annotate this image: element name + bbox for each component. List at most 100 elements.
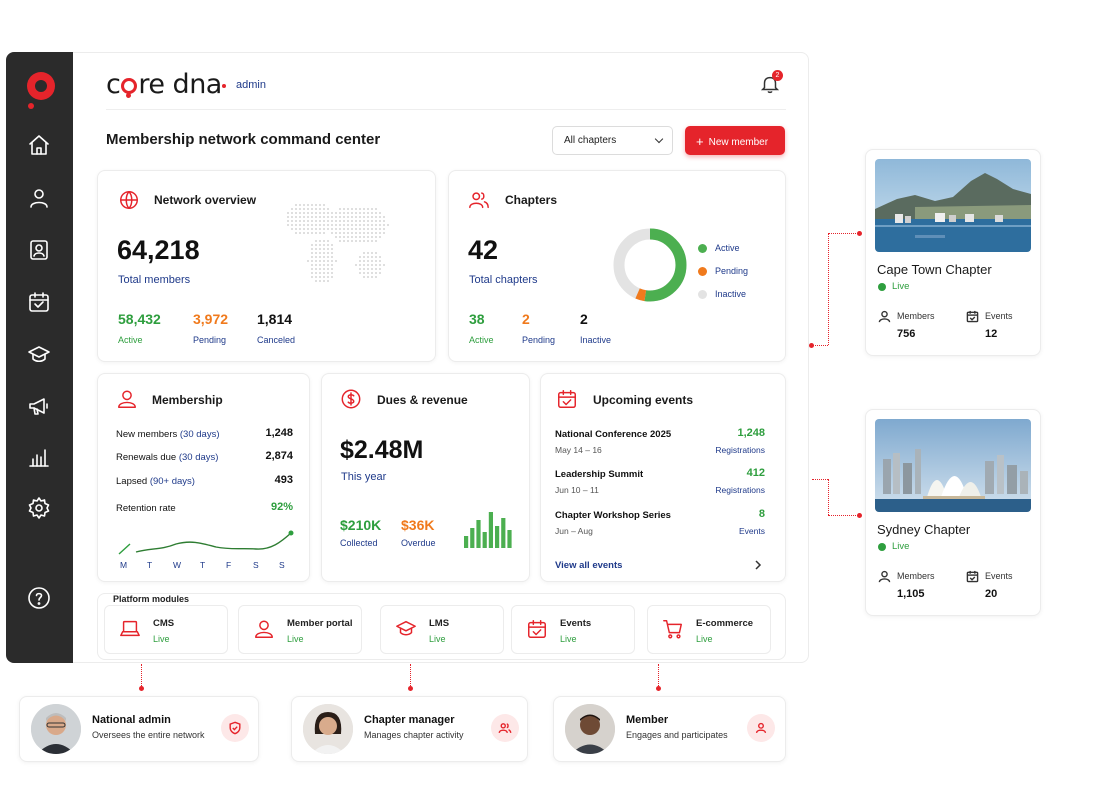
new-members-label: New members (30 days): [116, 429, 220, 440]
pending-chapters-value: 2: [522, 311, 530, 327]
retention-rate-label: Retention rate: [116, 503, 176, 514]
plus-icon: +: [696, 134, 704, 149]
event-count-unit: Registrations: [715, 485, 765, 495]
module-member-portal[interactable]: Member portal Live: [238, 605, 362, 654]
chapter-card-cape-town[interactable]: Cape Town Chapter Live Members 756 Event…: [865, 149, 1041, 356]
header-divider: [106, 109, 786, 110]
persona-member[interactable]: Member Engages and participates: [553, 696, 786, 762]
view-all-events-link[interactable]: View all events: [555, 560, 622, 571]
event-name[interactable]: Leadership Summit: [555, 469, 643, 480]
total-members-label: Total members: [118, 274, 191, 286]
graduation-cap-icon: [395, 618, 417, 640]
new-member-button[interactable]: + New member: [685, 126, 785, 155]
logo-icon[interactable]: [27, 72, 55, 100]
event-name[interactable]: Chapter Workshop Series: [555, 510, 671, 521]
module-name: CMS: [153, 618, 175, 629]
dues-revenue-card: Dues & revenue $2.48M This year $210K Co…: [321, 373, 530, 582]
module-status: Live: [560, 634, 577, 644]
users-icon: [491, 714, 519, 742]
connector-line: [812, 479, 828, 480]
day-label: W: [173, 560, 182, 570]
event-date: Jun 10 – 11: [555, 485, 599, 495]
brand-role-label: admin: [236, 79, 266, 91]
user-icon: [878, 310, 891, 323]
dues-revenue-title: Dues & revenue: [377, 393, 468, 407]
connector-dot: [809, 343, 814, 348]
connector-dot: [857, 231, 862, 236]
home-icon[interactable]: [26, 132, 52, 158]
event-count-unit: Registrations: [715, 445, 765, 455]
event-count: 8: [758, 508, 765, 520]
notifications-button[interactable]: 2: [759, 70, 783, 97]
brand-logo[interactable]: c re dna: [106, 69, 222, 100]
event-date: May 14 – 16: [555, 445, 602, 455]
retention-sparkline: [118, 530, 294, 555]
avatar: [565, 704, 615, 754]
day-label: M: [120, 560, 128, 570]
calendar-icon: [966, 570, 979, 583]
module-status: Live: [696, 634, 713, 644]
chapter-filter-value: All chapters: [564, 135, 617, 146]
lapsed-period: (90+ days): [149, 476, 195, 487]
events-label: Events: [985, 571, 1013, 581]
connector-line: [828, 479, 829, 515]
world-map-dots: [287, 204, 389, 282]
module-status: Live: [429, 634, 446, 644]
shield-icon: [221, 714, 249, 742]
revenue-bar: [476, 520, 481, 548]
contact-card-icon[interactable]: [26, 237, 52, 263]
revenue-mini-bars: [464, 512, 512, 548]
module-status: Live: [287, 634, 304, 644]
revenue-bar: [488, 512, 493, 548]
persona-chapter-manager[interactable]: Chapter manager Manages chapter activity: [291, 696, 528, 762]
module-status: Live: [153, 634, 170, 644]
chapter-card-sydney[interactable]: Sydney Chapter Live Members 1,105 Events…: [865, 409, 1041, 616]
legend-pending-label: Pending: [715, 266, 749, 276]
event-count: 412: [746, 467, 765, 479]
sparkline-day-labels: MTWTFSS: [116, 560, 296, 572]
total-chapters-label: Total chapters: [469, 274, 538, 286]
users-icon: [468, 189, 490, 211]
user-icon[interactable]: [26, 185, 52, 211]
gear-icon[interactable]: [26, 495, 52, 521]
new-members-value: 1,248: [265, 427, 293, 439]
module-name: Events: [560, 618, 592, 629]
new-member-label: New member: [708, 137, 769, 148]
legend-active-dot: [698, 244, 707, 253]
chapter-filter-select[interactable]: All chapters: [552, 126, 673, 155]
pending-chapters-label: Pending: [522, 335, 556, 345]
cape-town-photo: [875, 159, 1031, 252]
membership-card: Membership New members (30 days) 1,248 R…: [97, 373, 310, 582]
megaphone-icon[interactable]: [26, 393, 52, 419]
module-lms[interactable]: LMS Live: [380, 605, 504, 654]
event-name[interactable]: National Conference 2025: [555, 429, 671, 440]
live-status-dot: [878, 543, 886, 551]
overdue-label: Overdue: [401, 538, 436, 548]
user-icon: [253, 618, 275, 640]
day-label: T: [200, 560, 206, 570]
graduation-cap-icon[interactable]: [26, 342, 52, 368]
inactive-chapters-value: 2: [580, 311, 588, 327]
module-ecommerce[interactable]: E-commerce Live: [647, 605, 771, 654]
help-icon[interactable]: [26, 585, 52, 611]
dues-total-value: $2.48M: [340, 436, 424, 464]
total-members-value: 64,218: [117, 235, 200, 265]
calendar-icon[interactable]: [26, 289, 52, 315]
legend-pending-dot: [698, 267, 707, 276]
persona-national-admin[interactable]: National admin Oversees the entire netwo…: [19, 696, 259, 762]
revenue-bar: [495, 526, 500, 548]
day-label: S: [253, 560, 259, 570]
persona-description: Engages and participates: [626, 730, 728, 740]
bar-chart-icon[interactable]: [26, 444, 52, 470]
connector-line: [812, 345, 828, 346]
avatar: [31, 704, 81, 754]
legend-inactive-dot: [698, 290, 707, 299]
module-events[interactable]: Events Live: [511, 605, 635, 654]
chevron-right-icon[interactable]: [753, 559, 763, 571]
pending-members-value: 3,972: [193, 311, 229, 327]
revenue-bar: [470, 528, 475, 548]
module-cms[interactable]: CMS Live: [104, 605, 228, 654]
legend-active-label: Active: [715, 243, 740, 253]
events-label: Events: [985, 311, 1013, 321]
brand-text-start: c: [106, 69, 121, 100]
